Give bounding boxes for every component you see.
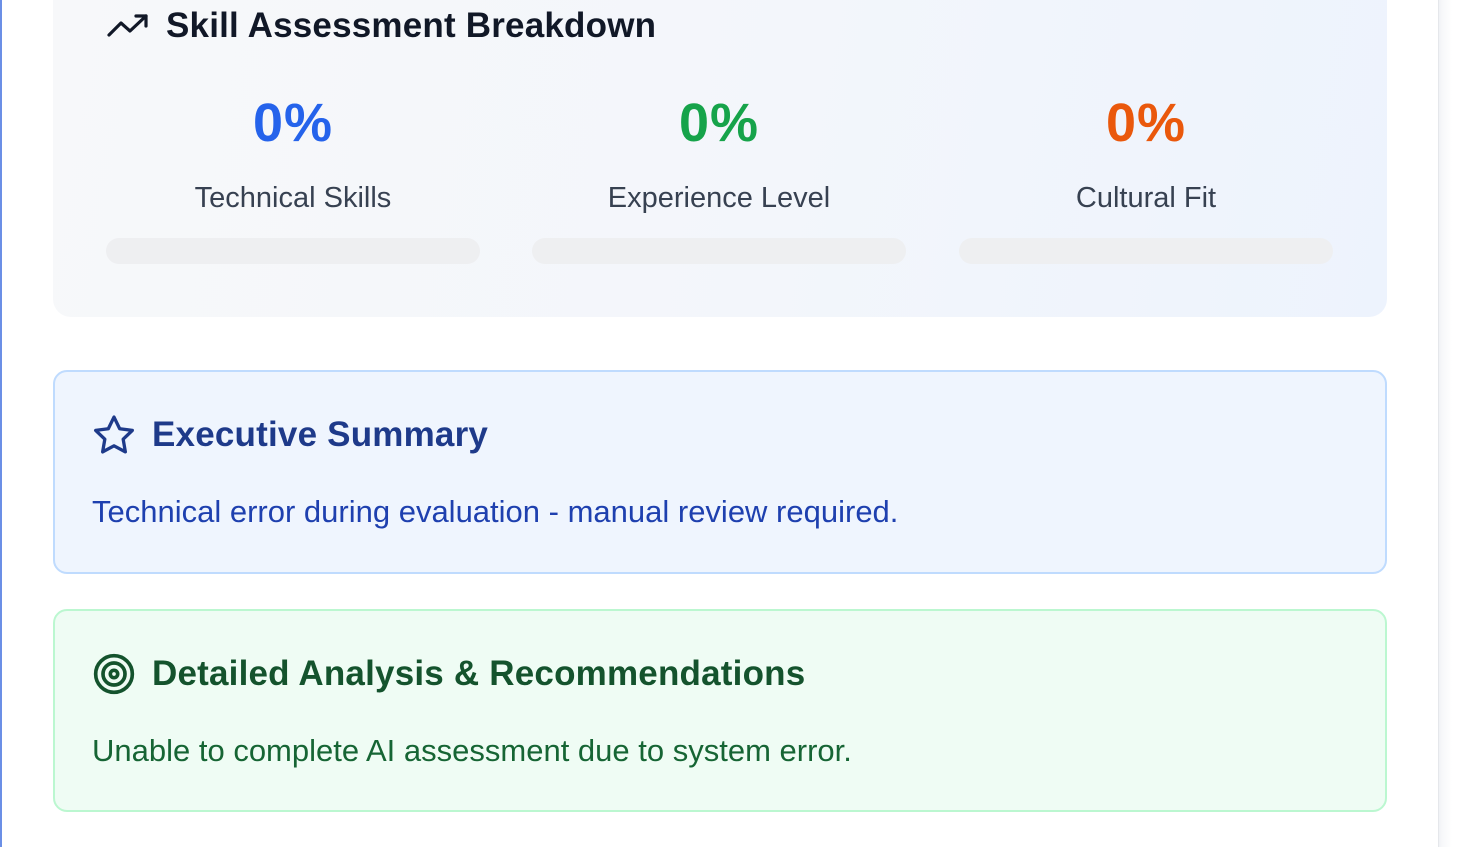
metric-experience-level: 0% Experience Level (532, 88, 906, 216)
scroll-gutter (1438, 0, 1474, 847)
metric-label: Cultural Fit (1075, 182, 1217, 214)
skill-breakdown-title: Skill Assessment Breakdown (166, 6, 657, 45)
progress-bar-experience-level (532, 238, 906, 264)
progress-bar-technical-skills (106, 238, 480, 264)
metric-label: Technical Skills (194, 182, 392, 214)
metric-label: Experience Level (607, 182, 831, 214)
gutter-divider (1438, 0, 1439, 847)
detailed-analysis-header: Detailed Analysis & Recommendations (92, 652, 805, 696)
trending-up-icon (107, 14, 148, 37)
executive-summary-title: Executive Summary (152, 415, 489, 454)
metric-value: 0% (252, 93, 334, 153)
target-icon (93, 653, 135, 695)
detailed-analysis-card: Detailed Analysis & Recommendations Unab… (53, 609, 1387, 812)
skill-breakdown-header: Skill Assessment Breakdown (106, 5, 656, 47)
metric-value: 0% (1105, 93, 1187, 153)
executive-summary-header: Executive Summary (92, 413, 488, 457)
detailed-analysis-text: Unable to complete AI assessment due to … (92, 733, 852, 768)
metric-value: 0% (678, 93, 760, 153)
metric-technical-skills: 0% Technical Skills (106, 88, 480, 216)
executive-summary-text: Technical error during evaluation - manu… (92, 494, 899, 529)
evaluation-page: Skill Assessment Breakdown 0% Technical … (0, 0, 1474, 847)
detailed-analysis-title: Detailed Analysis & Recommendations (152, 654, 806, 693)
metric-cultural-fit: 0% Cultural Fit (959, 88, 1333, 216)
star-icon (94, 415, 134, 454)
left-border (0, 0, 2, 847)
progress-bar-cultural-fit (959, 238, 1333, 264)
executive-summary-card: Executive Summary Technical error during… (53, 370, 1387, 574)
